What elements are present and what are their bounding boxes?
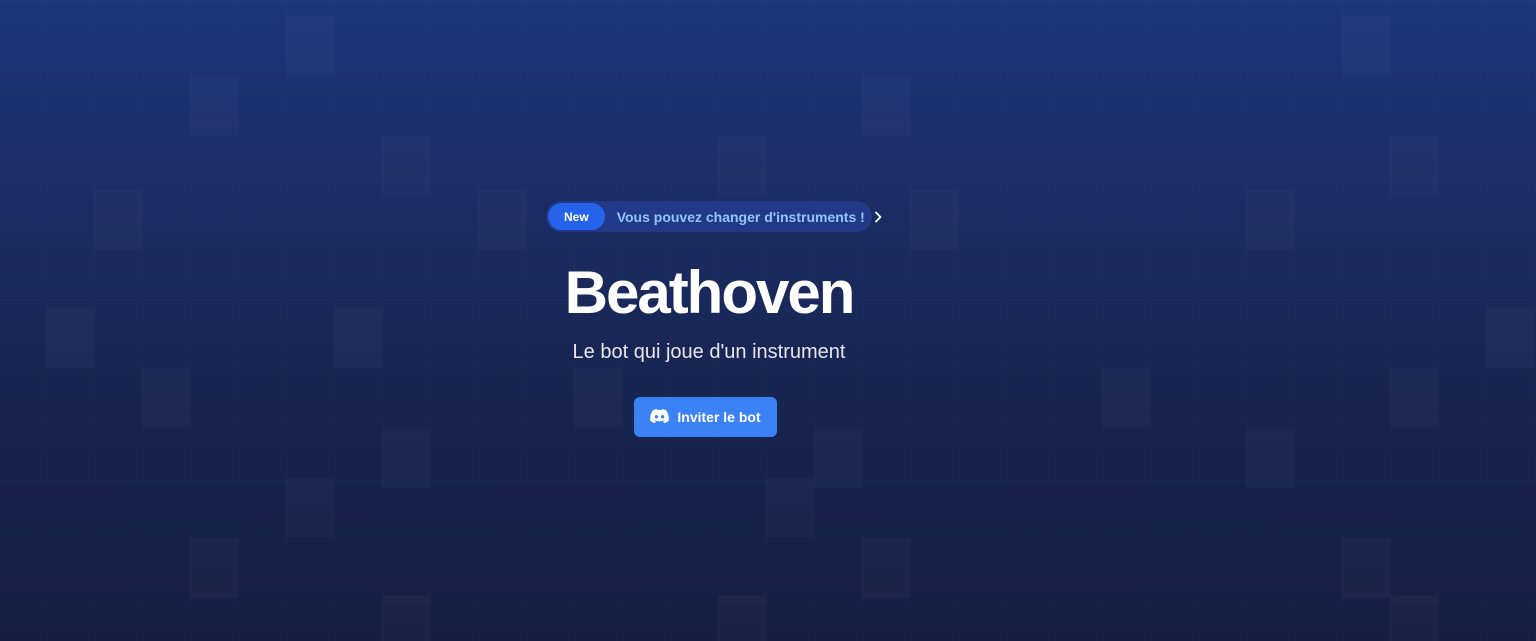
chevron-right-icon bbox=[873, 211, 883, 223]
hero-section: New Vous pouvez changer d'instruments ! … bbox=[0, 0, 1536, 641]
announcement-message: Vous pouvez changer d'instruments ! bbox=[616, 208, 865, 225]
new-badge: New bbox=[548, 203, 605, 230]
discord-icon bbox=[650, 408, 670, 426]
announcement-pill[interactable]: New Vous pouvez changer d'instruments ! bbox=[546, 201, 882, 232]
page-title: Beathoven bbox=[564, 259, 856, 326]
invite-bot-button[interactable]: Inviter le bot bbox=[634, 397, 777, 437]
page-subtitle: Le bot qui joue d'un instrument bbox=[572, 341, 846, 363]
invite-bot-label: Inviter le bot bbox=[677, 409, 761, 425]
